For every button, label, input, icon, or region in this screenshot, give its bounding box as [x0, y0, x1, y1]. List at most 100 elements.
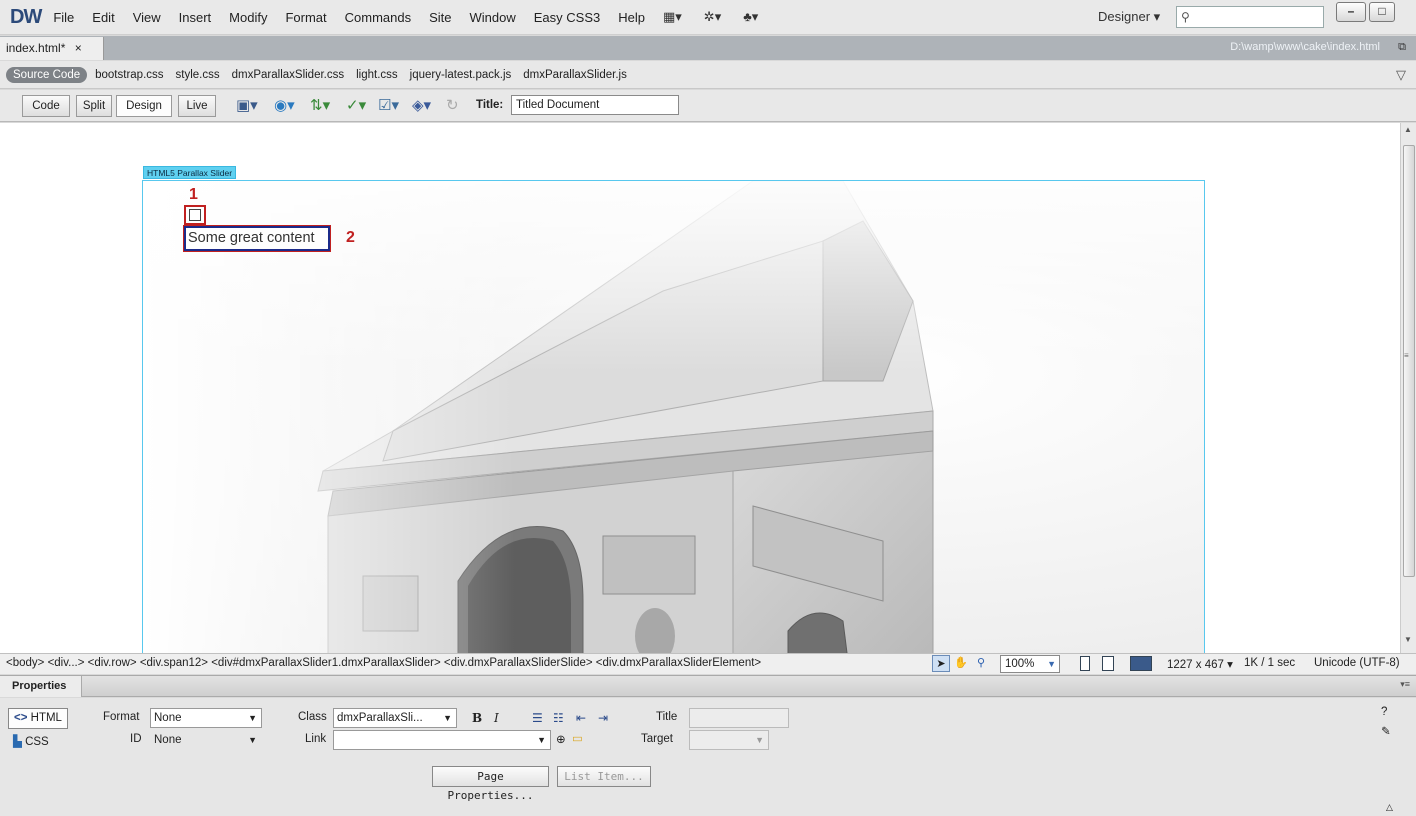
w3c-validation-icon[interactable]: ✓▾ — [346, 96, 366, 114]
menu-modify[interactable]: Modify — [229, 10, 267, 25]
menu-commands[interactable]: Commands — [345, 10, 411, 25]
slider-tag-label[interactable]: HTML5 Parallax Slider — [143, 166, 237, 179]
download-stats: 1K / 1 sec — [1244, 657, 1296, 669]
related-file[interactable]: style.css — [176, 69, 220, 81]
format-value: None — [154, 712, 182, 724]
menu-easy-css3[interactable]: Easy CSS3 — [534, 10, 600, 25]
maximize-button[interactable]: □ — [1369, 2, 1395, 22]
title-label: Title: — [476, 99, 504, 111]
annotation-marker-2: 2 — [346, 229, 355, 246]
vertical-scrollbar[interactable]: ▲ ≡ ▼ — [1400, 123, 1416, 653]
bold-button[interactable]: B — [472, 711, 482, 725]
zoom-tool-icon[interactable]: ⚲ — [972, 655, 990, 672]
properties-title[interactable]: Properties — [0, 676, 82, 697]
scrollbar-thumb[interactable] — [1403, 145, 1415, 577]
help-search-input[interactable]: ⚲ — [1176, 6, 1324, 28]
related-file[interactable]: bootstrap.css — [95, 69, 163, 81]
menu-edit[interactable]: Edit — [92, 10, 114, 25]
outdent-icon[interactable]: ⇤ — [576, 711, 586, 725]
visual-aids-icon[interactable]: ◈▾ — [412, 96, 431, 114]
unordered-list-icon[interactable]: ☰ — [532, 711, 543, 725]
document-title-input[interactable]: Titled Document — [511, 95, 679, 115]
restore-window-icon[interactable]: ⧉ — [1398, 41, 1406, 54]
class-select[interactable]: dmxParallaxSli... ▼ — [333, 708, 457, 728]
menu-help[interactable]: Help — [618, 10, 645, 25]
format-label: Format — [103, 711, 140, 723]
related-file[interactable]: light.css — [356, 69, 398, 81]
refresh-icon[interactable]: ↻ — [446, 96, 459, 114]
split-view-button[interactable]: Split — [76, 95, 112, 117]
related-file[interactable]: jquery-latest.pack.js — [410, 69, 512, 81]
id-select[interactable]: None ▼ — [150, 730, 262, 750]
live-view-button[interactable]: Live — [178, 95, 216, 117]
menu-site[interactable]: Site — [429, 10, 451, 25]
menu-insert[interactable]: Insert — [179, 10, 212, 25]
extend-gear-icon[interactable]: ✲▾ — [704, 9, 721, 25]
quick-tag-editor-icon[interactable]: ✎ — [1381, 724, 1391, 738]
scroll-down-arrow-icon[interactable]: ▼ — [1404, 635, 1412, 644]
scroll-up-arrow-icon[interactable]: ▲ — [1404, 125, 1412, 134]
expand-panel-icon[interactable]: △ — [1386, 802, 1393, 813]
tag-path[interactable]: <body> <div...> <div.row> <div.span12> <… — [6, 657, 761, 669]
ordered-list-icon[interactable]: ☷ — [553, 711, 564, 725]
layout-icon[interactable]: ▦▾ — [663, 9, 682, 25]
help-icon[interactable]: ? — [1381, 706, 1387, 718]
encoding: Unicode (UTF-8) — [1314, 657, 1400, 669]
chevron-down-icon: ▼ — [248, 713, 257, 723]
site-icon[interactable]: ♣▾ — [743, 9, 758, 25]
id-value: None — [154, 734, 182, 746]
target-select[interactable]: ▼ — [689, 730, 769, 750]
chevron-down-icon: ▼ — [443, 713, 452, 723]
scrollbar-grip-icon: ≡ — [1404, 351, 1409, 360]
window-size[interactable]: 1227 x 467 ▾ — [1167, 657, 1233, 671]
title-prop-input[interactable] — [689, 708, 789, 728]
menu-view[interactable]: View — [133, 10, 161, 25]
zoom-select[interactable]: 100% ▼ — [1000, 655, 1060, 673]
html-button-label: HTML — [30, 712, 62, 724]
related-file[interactable]: dmxParallaxSlider.js — [523, 69, 627, 81]
menu-bar: DW File Edit View Insert Modify Format C… — [0, 0, 1416, 35]
preview-browser-icon[interactable]: ◉▾ — [274, 96, 295, 114]
html-mode-button[interactable]: <> HTML — [8, 708, 68, 729]
workspace-switcher[interactable]: Designer ▾ — [1098, 9, 1160, 25]
desktop-size-icon[interactable] — [1130, 656, 1152, 671]
panel-menu-icon[interactable]: ▾≡ — [1400, 679, 1410, 690]
menu-window[interactable]: Window — [470, 10, 516, 25]
tab-close-icon[interactable]: × — [75, 41, 82, 55]
menu-format[interactable]: Format — [285, 10, 326, 25]
css-button-label: CSS — [25, 736, 49, 748]
indent-icon[interactable]: ⇥ — [598, 711, 608, 725]
multiscreen-icon[interactable]: ▣▾ — [236, 96, 258, 114]
design-canvas[interactable]: HTML5 Parallax Slider 1 Some great conte… — [0, 123, 1400, 653]
code-view-button[interactable]: Code — [22, 95, 70, 117]
browse-folder-icon[interactable]: ▭ — [572, 731, 583, 745]
file-management-icon[interactable]: ⇅▾ — [310, 96, 330, 114]
design-view-button[interactable]: Design — [116, 95, 172, 117]
slider-element-icon[interactable] — [189, 209, 201, 221]
minimize-button[interactable]: – — [1336, 2, 1366, 22]
check-browser-icon[interactable]: ☑▾ — [378, 96, 399, 114]
link-input[interactable]: ▼ — [333, 730, 551, 750]
css-mode-button[interactable]: ▙ CSS — [8, 733, 68, 754]
italic-button[interactable]: I — [494, 711, 499, 725]
source-code-button[interactable]: Source Code — [6, 66, 88, 83]
dreamweaver-logo: DW — [10, 5, 42, 28]
related-file[interactable]: dmxParallaxSlider.css — [232, 69, 344, 81]
hand-tool-icon[interactable]: ✋ — [952, 655, 970, 672]
pointer-tool-icon[interactable]: ➤ — [932, 655, 950, 672]
related-files-bar: Source Code bootstrap.css style.css dmxP… — [0, 61, 1416, 89]
filter-icon[interactable]: ▽ — [1396, 67, 1406, 83]
point-to-file-icon[interactable]: ⊕ — [556, 732, 566, 746]
chevron-down-icon: ▼ — [537, 735, 546, 745]
code-icon: <> — [14, 712, 28, 724]
menu-file[interactable]: File — [53, 10, 74, 25]
tab-index-html[interactable]: index.html* × — [0, 37, 104, 60]
slider-content-element[interactable]: Some great content — [183, 225, 331, 252]
tablet-size-icon[interactable] — [1102, 656, 1114, 671]
class-label: Class — [298, 711, 327, 723]
list-item-button[interactable]: List Item... — [557, 766, 651, 787]
phone-size-icon[interactable] — [1080, 656, 1090, 671]
format-select[interactable]: None ▼ — [150, 708, 262, 728]
css-icon: ▙ — [13, 736, 22, 748]
page-properties-button[interactable]: Page Properties... — [432, 766, 549, 802]
